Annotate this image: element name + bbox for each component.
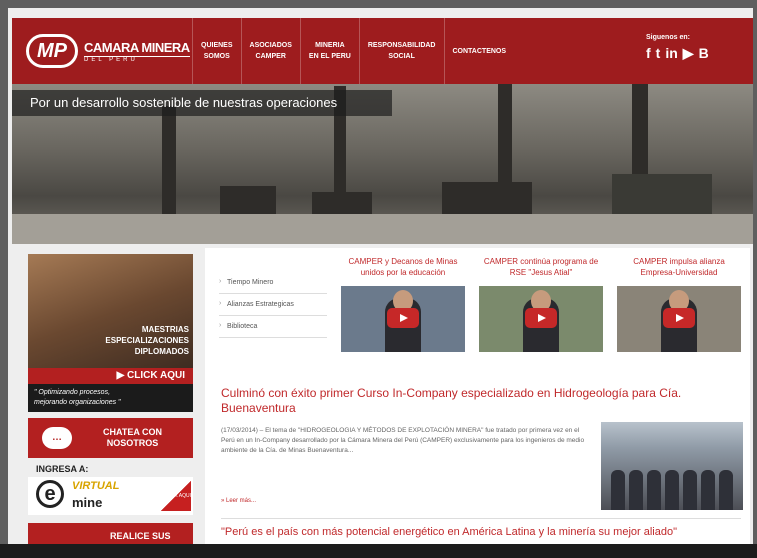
twitter-icon[interactable]: t bbox=[656, 45, 661, 62]
hero-banner: Por un desarrollo sostenible de nuestras… bbox=[12, 84, 753, 244]
virtual-label: VIRTUAL bbox=[72, 480, 120, 492]
video-caption[interactable]: CAMPER y Decanos de Minas unidos por la … bbox=[341, 256, 465, 280]
ingresa-label: INGRESA A: bbox=[36, 464, 89, 474]
divider bbox=[221, 518, 741, 519]
sub-links: Tiempo Minero Alianzas Estrategicas Bibl… bbox=[219, 272, 327, 338]
read-more-link[interactable]: » Leer más... bbox=[221, 498, 256, 504]
promo-slogan: " Optimizando procesos, mejorando organi… bbox=[28, 384, 193, 412]
mine-label: mine bbox=[72, 495, 103, 510]
sidebar: MAESTRIAS ESPECIALIZACIONES DIPLOMADOS ▶… bbox=[28, 254, 193, 554]
video-caption[interactable]: CAMPER impulsa alianza Empresa-Universid… bbox=[617, 256, 741, 280]
blogger-icon[interactable]: B bbox=[699, 45, 709, 62]
play-icon[interactable] bbox=[387, 308, 419, 328]
site-header: MP CAMARA MINERA DEL PERU QUIENES SOMOS … bbox=[12, 18, 753, 84]
video-thumbnail[interactable] bbox=[479, 286, 603, 352]
play-icon[interactable] bbox=[525, 308, 557, 328]
nav-mineria-peru[interactable]: MINERIA EN EL PERU bbox=[299, 18, 359, 84]
nav-asociados-camper[interactable]: ASOCIADOS CAMPER bbox=[240, 18, 300, 84]
drill-rig-image bbox=[162, 106, 176, 226]
banner-caption: Por un desarrollo sostenible de nuestras… bbox=[12, 90, 392, 116]
virtual-mine-banner[interactable]: e VIRTUAL mine CLICK AQUI bbox=[28, 477, 193, 515]
page-frame: MP CAMARA MINERA DEL PERU QUIENES SOMOS … bbox=[8, 8, 753, 554]
promo-text: MAESTRIAS ESPECIALIZACIONES DIPLOMADOS bbox=[105, 325, 189, 356]
video-card[interactable]: CAMPER impulsa alianza Empresa-Universid… bbox=[617, 256, 741, 352]
nav-contactenos[interactable]: CONTACTENOS bbox=[443, 18, 515, 84]
video-card[interactable]: CAMPER continúa programa de RSE "Jesus A… bbox=[479, 256, 603, 352]
logo-mark: MP bbox=[26, 34, 78, 68]
video-thumbnail[interactable] bbox=[617, 286, 741, 352]
main-nav: QUIENES SOMOS ASOCIADOS CAMPER MINERIA E… bbox=[192, 18, 514, 84]
bottom-bar bbox=[0, 544, 757, 558]
main-content: Tiempo Minero Alianzas Estrategicas Bibl… bbox=[205, 248, 750, 554]
nav-quienes-somos[interactable]: QUIENES SOMOS bbox=[192, 18, 241, 84]
chat-bubble-icon: … bbox=[42, 427, 72, 449]
social-links: Siguenos en: f t in ▶ B bbox=[646, 34, 709, 62]
nav-responsabilidad-social[interactable]: RESPONSABILIDAD SOCIAL bbox=[358, 18, 444, 84]
sublink-alianzas[interactable]: Alianzas Estrategicas bbox=[219, 294, 327, 316]
brand-tagline: DEL PERU bbox=[84, 55, 190, 63]
video-thumbnail[interactable] bbox=[341, 286, 465, 352]
article-photo[interactable] bbox=[601, 422, 743, 510]
video-card[interactable]: CAMPER y Decanos de Minas unidos por la … bbox=[341, 256, 465, 352]
brand-name: CAMARA MINERA bbox=[84, 39, 190, 55]
maestrias-promo[interactable]: MAESTRIAS ESPECIALIZACIONES DIPLOMADOS ▶… bbox=[28, 254, 193, 412]
chat-label: CHATEA CON NOSOTROS bbox=[103, 427, 162, 448]
article2-title[interactable]: "Perú es el país con más potencial energ… bbox=[221, 526, 746, 538]
linkedin-icon[interactable]: in bbox=[665, 45, 677, 62]
youtube-icon[interactable]: ▶ bbox=[683, 45, 694, 62]
e-logo-icon: e bbox=[36, 480, 64, 508]
facebook-icon[interactable]: f bbox=[646, 45, 651, 62]
video-caption[interactable]: CAMPER continúa programa de RSE "Jesus A… bbox=[479, 256, 603, 280]
article-body: (17/03/2014) – El tema de "HIDROGEOLOGIA… bbox=[221, 427, 585, 454]
chat-button[interactable]: … CHATEA CON NOSOTROS bbox=[28, 418, 193, 458]
site-logo[interactable]: MP CAMARA MINERA DEL PERU bbox=[26, 34, 190, 68]
click-aqui-button[interactable]: ▶ CLICK AQUI bbox=[28, 368, 193, 384]
click-aqui-corner[interactable]: CLICK AQUI bbox=[161, 481, 191, 511]
article-title[interactable]: Culminó con éxito primer Curso In-Compan… bbox=[221, 386, 741, 416]
sublink-biblioteca[interactable]: Biblioteca bbox=[219, 316, 327, 338]
play-icon[interactable] bbox=[663, 308, 695, 328]
social-label: Siguenos en: bbox=[646, 34, 690, 41]
sublink-tiempo-minero[interactable]: Tiempo Minero bbox=[219, 272, 327, 294]
